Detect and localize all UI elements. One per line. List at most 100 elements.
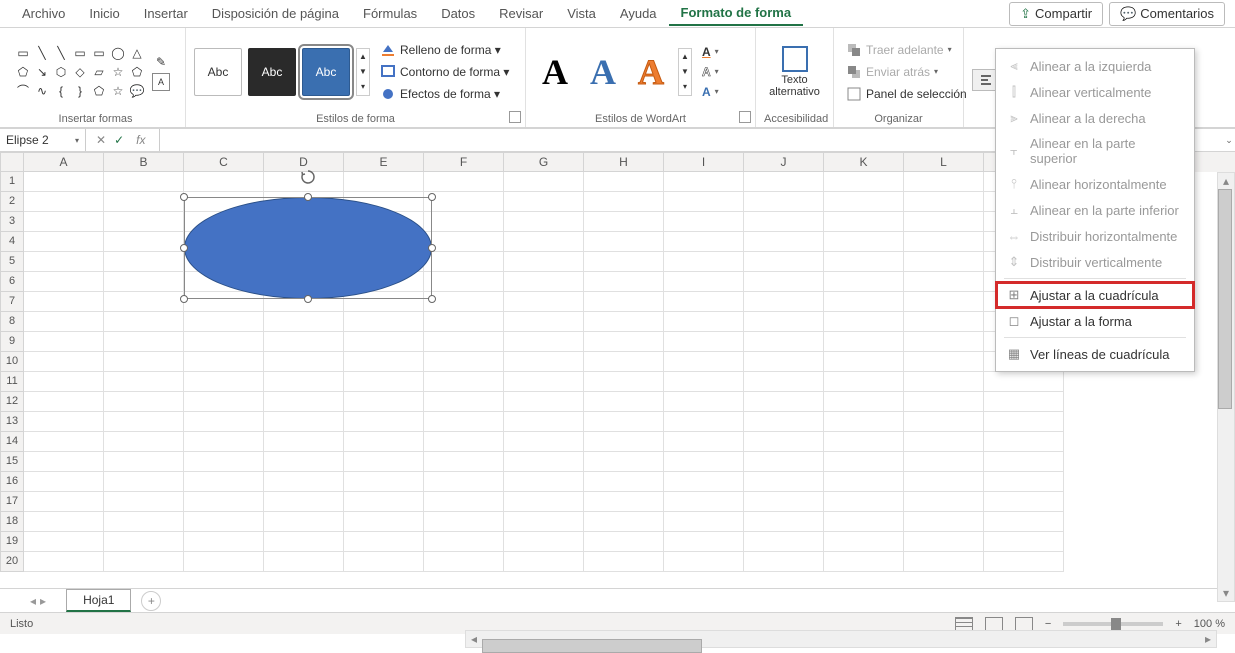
cell[interactable] bbox=[264, 332, 344, 352]
cell[interactable] bbox=[504, 192, 584, 212]
cell[interactable] bbox=[824, 372, 904, 392]
cell[interactable] bbox=[744, 352, 824, 372]
cell[interactable] bbox=[184, 352, 264, 372]
vertical-scrollbar[interactable]: ▴▾ bbox=[1217, 172, 1235, 602]
share-button[interactable]: ⇪Compartir bbox=[1009, 2, 1103, 26]
column-header[interactable]: L bbox=[904, 152, 984, 172]
menu-distribute-v[interactable]: ⇕Distribuir verticalmente bbox=[996, 249, 1194, 275]
row-header[interactable]: 12 bbox=[0, 392, 24, 412]
menu-align-top[interactable]: ⫟Alinear en la parte superior bbox=[996, 131, 1194, 171]
cell[interactable] bbox=[184, 532, 264, 552]
cell[interactable] bbox=[344, 492, 424, 512]
cell[interactable] bbox=[904, 272, 984, 292]
cell[interactable] bbox=[24, 452, 104, 472]
cell[interactable] bbox=[824, 252, 904, 272]
cell[interactable] bbox=[664, 432, 744, 452]
cell[interactable] bbox=[184, 432, 264, 452]
cell[interactable] bbox=[984, 552, 1064, 572]
cell[interactable] bbox=[984, 512, 1064, 532]
cell[interactable] bbox=[664, 392, 744, 412]
cell[interactable] bbox=[424, 272, 504, 292]
row-header[interactable]: 17 bbox=[0, 492, 24, 512]
cell[interactable] bbox=[344, 432, 424, 452]
cell[interactable] bbox=[664, 232, 744, 252]
cell[interactable] bbox=[24, 352, 104, 372]
zoom-slider[interactable] bbox=[1063, 622, 1163, 626]
menu-snap-to-shape[interactable]: ◻Ajustar a la forma bbox=[996, 308, 1194, 334]
tab-formulas[interactable]: Fórmulas bbox=[351, 2, 429, 25]
cell[interactable] bbox=[984, 392, 1064, 412]
row-header[interactable]: 6 bbox=[0, 272, 24, 292]
shape-icon[interactable]: ▭ bbox=[71, 44, 89, 62]
add-sheet-button[interactable]: + bbox=[141, 591, 161, 611]
name-box[interactable]: Elipse 2▾ bbox=[0, 129, 86, 151]
row-header[interactable]: 10 bbox=[0, 352, 24, 372]
zoom-level[interactable]: 100 % bbox=[1194, 618, 1225, 630]
column-header[interactable]: C bbox=[184, 152, 264, 172]
wordart-style-1[interactable]: A bbox=[534, 51, 576, 93]
cell[interactable] bbox=[24, 272, 104, 292]
row-header[interactable]: 2 bbox=[0, 192, 24, 212]
column-header[interactable]: F bbox=[424, 152, 504, 172]
cell[interactable] bbox=[504, 352, 584, 372]
cell[interactable] bbox=[744, 172, 824, 192]
cell[interactable] bbox=[824, 512, 904, 532]
cell[interactable] bbox=[744, 332, 824, 352]
cell[interactable] bbox=[424, 292, 504, 312]
cell[interactable] bbox=[744, 272, 824, 292]
cell[interactable] bbox=[664, 472, 744, 492]
cell[interactable] bbox=[744, 492, 824, 512]
cell[interactable] bbox=[104, 172, 184, 192]
cell[interactable] bbox=[664, 312, 744, 332]
cell[interactable] bbox=[984, 452, 1064, 472]
selected-shape[interactable] bbox=[184, 197, 432, 299]
cell[interactable] bbox=[664, 532, 744, 552]
cell[interactable] bbox=[904, 492, 984, 512]
cell[interactable] bbox=[344, 332, 424, 352]
shape-icon[interactable]: ▭ bbox=[14, 44, 32, 62]
cell[interactable] bbox=[584, 532, 664, 552]
cell[interactable] bbox=[24, 552, 104, 572]
enter-icon[interactable]: ✓ bbox=[114, 133, 124, 147]
cell[interactable] bbox=[504, 392, 584, 412]
cell[interactable] bbox=[824, 272, 904, 292]
resize-handle[interactable] bbox=[180, 295, 188, 303]
row-header[interactable]: 9 bbox=[0, 332, 24, 352]
column-header[interactable]: K bbox=[824, 152, 904, 172]
cell[interactable] bbox=[664, 352, 744, 372]
cell[interactable] bbox=[504, 172, 584, 192]
column-header[interactable]: A bbox=[24, 152, 104, 172]
cell[interactable] bbox=[344, 352, 424, 372]
cell[interactable] bbox=[104, 512, 184, 532]
shape-icon[interactable]: ⬠ bbox=[14, 63, 32, 81]
cell[interactable] bbox=[984, 372, 1064, 392]
cell[interactable] bbox=[664, 412, 744, 432]
cell[interactable] bbox=[824, 452, 904, 472]
cell[interactable] bbox=[424, 192, 504, 212]
resize-handle[interactable] bbox=[304, 193, 312, 201]
row-header[interactable]: 13 bbox=[0, 412, 24, 432]
tab-shape-format[interactable]: Formato de forma bbox=[669, 1, 804, 26]
cell[interactable] bbox=[104, 232, 184, 252]
cell[interactable] bbox=[744, 372, 824, 392]
cell[interactable] bbox=[184, 332, 264, 352]
cell[interactable] bbox=[904, 232, 984, 252]
row-header[interactable]: 20 bbox=[0, 552, 24, 572]
cell[interactable] bbox=[424, 372, 504, 392]
cell[interactable] bbox=[104, 312, 184, 332]
shape-outline-button[interactable]: Contorno de forma ▾ bbox=[376, 62, 513, 82]
cell[interactable] bbox=[824, 392, 904, 412]
cell[interactable] bbox=[744, 312, 824, 332]
cell[interactable] bbox=[584, 512, 664, 532]
cell[interactable] bbox=[104, 332, 184, 352]
shape-icon[interactable]: ⬠ bbox=[90, 82, 108, 100]
cell[interactable] bbox=[424, 432, 504, 452]
cell[interactable] bbox=[824, 492, 904, 512]
cell[interactable] bbox=[184, 372, 264, 392]
cell[interactable] bbox=[904, 312, 984, 332]
bring-forward-button[interactable]: Traer adelante▾ bbox=[842, 40, 971, 60]
cell[interactable] bbox=[104, 412, 184, 432]
cell[interactable] bbox=[344, 532, 424, 552]
cell[interactable] bbox=[104, 252, 184, 272]
cell[interactable] bbox=[744, 472, 824, 492]
